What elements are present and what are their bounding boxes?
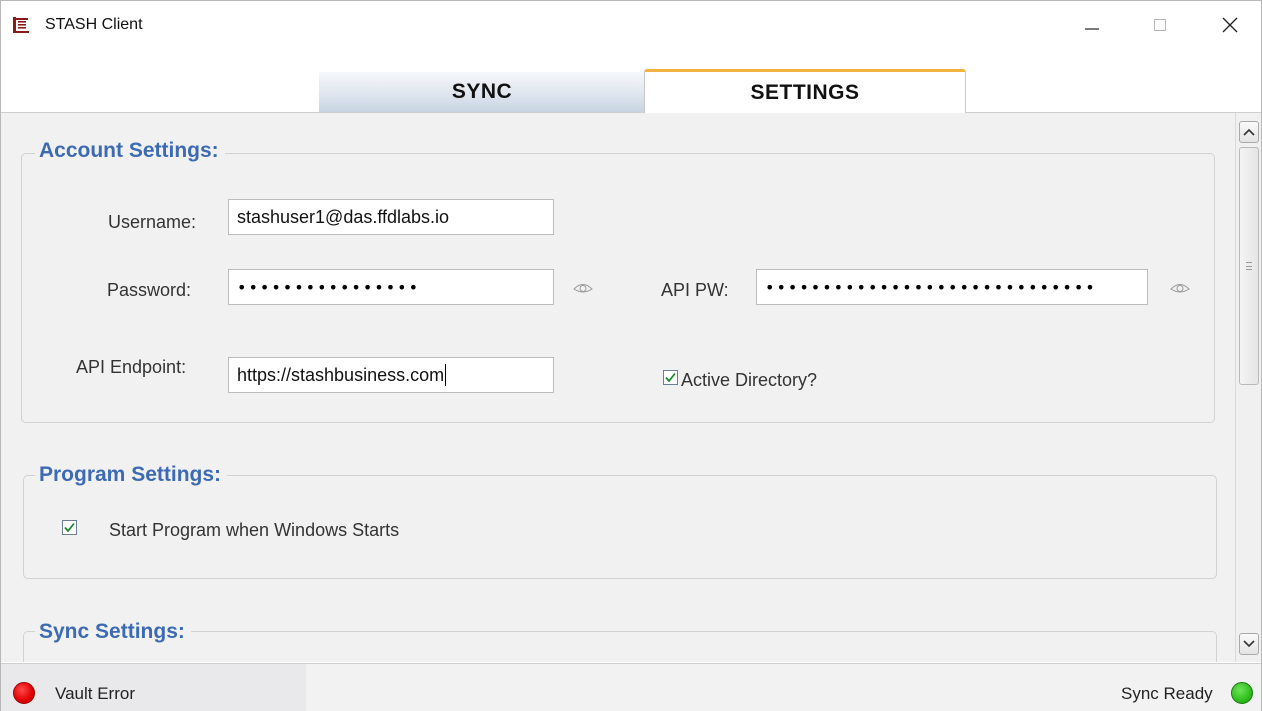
- show-api-pw-eye-icon[interactable]: [1169, 280, 1191, 296]
- start-with-windows-label[interactable]: Start Program when Windows Starts: [109, 520, 399, 541]
- account-settings-title: Account Settings:: [35, 139, 225, 163]
- username-field[interactable]: stashuser1@das.ffdlabs.io: [228, 199, 554, 235]
- start-with-windows-checkbox[interactable]: [62, 520, 77, 535]
- grip-icon: [1246, 262, 1252, 270]
- tab-strip: SYNC SETTINGS: [1, 51, 1261, 113]
- sync-settings-title: Sync Settings:: [35, 620, 191, 644]
- sync-status-text: Sync Ready: [1121, 684, 1213, 703]
- check-icon: [64, 522, 75, 533]
- settings-panel: Account Settings: Username: stashuser1@d…: [1, 113, 1235, 662]
- minimize-icon: [1085, 28, 1099, 30]
- password-label: Password:: [107, 280, 192, 300]
- tab-sync[interactable]: SYNC: [319, 72, 645, 112]
- maximize-icon: [1154, 19, 1166, 31]
- username-label: Username:: [108, 212, 197, 232]
- sync-settings-group: [23, 631, 1217, 662]
- vault-error-indicator-icon: [13, 682, 35, 704]
- close-button[interactable]: [1207, 7, 1253, 43]
- api-pw-field[interactable]: •••••••••••••••••••••••••••••: [756, 269, 1148, 305]
- tab-settings[interactable]: SETTINGS: [644, 69, 966, 113]
- minimize-button[interactable]: [1069, 7, 1115, 43]
- check-icon: [665, 372, 676, 383]
- maximize-button[interactable]: [1137, 7, 1183, 43]
- scroll-down-button[interactable]: [1239, 633, 1259, 655]
- sync-ready-indicator-icon: [1231, 682, 1253, 704]
- text-caret: [445, 364, 447, 386]
- api-pw-value: •••••••••••••••••••••••••••••: [765, 277, 1097, 297]
- username-value: stashuser1@das.ffdlabs.io: [237, 206, 450, 227]
- vertical-scrollbar[interactable]: [1235, 113, 1261, 662]
- chevron-down-icon: [1243, 640, 1255, 648]
- show-password-eye-icon[interactable]: [572, 280, 594, 296]
- title-bar: STASH Client: [1, 1, 1261, 51]
- password-field[interactable]: ••••••••••••••••: [228, 269, 554, 305]
- scroll-thumb[interactable]: [1239, 147, 1259, 385]
- status-bar: Vault Error Sync Ready: [1, 663, 1261, 711]
- status-left-section: [1, 664, 306, 711]
- active-directory-checkbox[interactable]: [663, 370, 678, 385]
- close-icon: [1222, 17, 1238, 33]
- scroll-up-button[interactable]: [1239, 121, 1259, 143]
- api-pw-label: API PW:: [661, 280, 729, 300]
- chevron-up-icon: [1243, 128, 1255, 136]
- api-endpoint-label: API Endpoint:: [76, 357, 187, 377]
- api-endpoint-field[interactable]: https://stashbusiness.com: [228, 357, 554, 393]
- active-directory-label[interactable]: Active Directory?: [681, 370, 817, 391]
- vault-status-text: Vault Error: [55, 684, 135, 703]
- api-endpoint-value: https://stashbusiness.com: [237, 364, 445, 385]
- program-settings-title: Program Settings:: [35, 463, 228, 487]
- window-title: STASH Client: [45, 16, 143, 33]
- password-value: ••••••••••••••••: [237, 277, 420, 297]
- app-icon: [11, 15, 31, 35]
- stash-client-window: STASH Client SYNC SETTINGS Account Setti…: [0, 0, 1262, 711]
